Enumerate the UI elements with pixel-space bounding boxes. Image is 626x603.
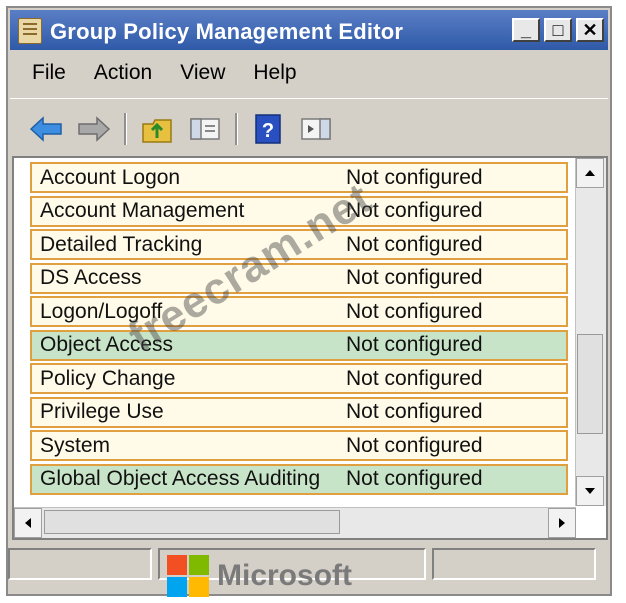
menu-file[interactable]: File xyxy=(32,61,66,85)
list-item[interactable]: System Not configured xyxy=(30,430,568,461)
policy-name: Policy Change xyxy=(40,366,176,390)
triangle-right-icon xyxy=(559,518,565,528)
horizontal-scrollbar[interactable] xyxy=(14,507,576,538)
policy-setting: Not configured xyxy=(346,366,483,390)
policy-setting: Not configured xyxy=(346,165,483,189)
action-pane-icon[interactable] xyxy=(298,111,334,147)
triangle-up-icon xyxy=(585,170,595,176)
policy-name: Global Object Access Auditing xyxy=(40,467,321,490)
policy-name: Detailed Tracking xyxy=(40,232,203,256)
microsoft-squares-icon xyxy=(167,555,209,597)
policy-setting: Not configured xyxy=(346,299,483,323)
scroll-down-button[interactable] xyxy=(576,476,604,506)
list-item[interactable]: Detailed Tracking Not configured xyxy=(30,229,568,260)
menu-action[interactable]: Action xyxy=(94,61,152,85)
list-item[interactable]: Policy Change Not configured xyxy=(30,363,568,394)
policy-setting: Not configured xyxy=(346,400,483,423)
policy-setting: Not configured xyxy=(346,266,483,289)
policy-list: Account Logon Not configured Account Mana… xyxy=(30,162,568,497)
menu-help[interactable]: Help xyxy=(253,61,296,85)
list-item-highlighted[interactable]: Global Object Access Auditing Not configu… xyxy=(30,463,568,495)
status-panel xyxy=(8,548,152,580)
window-controls: _ □ ✕ xyxy=(512,18,604,42)
list-item[interactable]: Account Logon Not configured xyxy=(30,162,568,193)
vertical-scroll-thumb[interactable] xyxy=(577,334,603,434)
close-button[interactable]: ✕ xyxy=(576,18,604,42)
policy-setting: Not configured xyxy=(346,433,483,457)
forward-arrow-icon[interactable] xyxy=(76,111,112,147)
policy-editor-icon xyxy=(18,18,42,44)
microsoft-logo: Microsoft xyxy=(167,555,352,597)
policy-name: System xyxy=(40,433,111,457)
scroll-right-button[interactable] xyxy=(548,508,576,538)
policy-name: Account Logon xyxy=(40,165,181,189)
svg-text:?: ? xyxy=(262,120,274,142)
policy-name: Account Management xyxy=(40,199,245,222)
up-folder-icon[interactable] xyxy=(139,111,175,147)
list-item[interactable]: Privilege Use Not configured xyxy=(30,396,568,428)
policy-setting: Not configured xyxy=(346,232,483,256)
toolbar-separator xyxy=(124,113,127,145)
maximize-button[interactable]: □ xyxy=(544,18,572,42)
menu-view[interactable]: View xyxy=(180,61,225,85)
menu-bar: File Action View Help xyxy=(10,52,608,94)
horizontal-scroll-thumb[interactable] xyxy=(44,510,340,534)
scroll-left-button[interactable] xyxy=(14,508,42,538)
policy-list-pane: Account Logon Not configured Account Mana… xyxy=(12,156,608,540)
scroll-up-button[interactable] xyxy=(576,158,604,188)
window-title: Group Policy Management Editor xyxy=(50,19,404,44)
microsoft-wordmark: Microsoft xyxy=(217,559,352,592)
policy-name: DS Access xyxy=(40,266,142,289)
policy-setting: Not configured xyxy=(346,467,483,490)
policy-name: Logon/Logoff xyxy=(40,299,163,323)
list-item[interactable]: DS Access Not configured xyxy=(30,262,568,294)
policy-setting: Not configured xyxy=(346,199,483,222)
triangle-down-icon xyxy=(585,488,595,494)
help-icon[interactable]: ? xyxy=(250,111,286,147)
list-item[interactable]: Account Management Not configured xyxy=(30,195,568,227)
toolbar-separator xyxy=(235,113,238,145)
minimize-button[interactable]: _ xyxy=(512,18,540,42)
status-panel xyxy=(432,548,596,580)
back-arrow-icon[interactable] xyxy=(28,111,64,147)
triangle-left-icon xyxy=(25,518,31,528)
vertical-scrollbar[interactable] xyxy=(575,158,606,506)
policy-setting: Not configured xyxy=(346,333,483,356)
title-bar: Group Policy Management Editor _ □ ✕ xyxy=(10,10,608,50)
list-item[interactable]: Logon/Logoff Not configured xyxy=(30,296,568,327)
policy-name: Privilege Use xyxy=(40,400,164,423)
policy-name: Object Access xyxy=(40,333,174,356)
show-hide-pane-icon[interactable] xyxy=(187,111,223,147)
list-item-highlighted[interactable]: Object Access Not configured xyxy=(30,329,568,361)
toolbar: ? xyxy=(10,98,608,159)
